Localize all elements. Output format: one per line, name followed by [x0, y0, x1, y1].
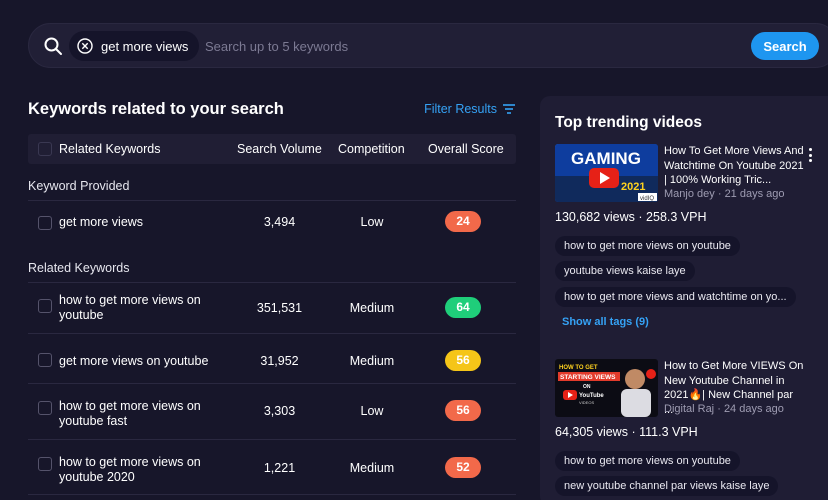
row-keyword: how to get more views on youtube fast [59, 399, 201, 428]
trending-videos-panel: Top trending videos GAMING 2021 vidIQ Ho… [540, 96, 828, 500]
row-volume: 3,303 [263, 404, 296, 418]
svg-text:YouTube: YouTube [579, 393, 604, 399]
row-competition: Medium [349, 461, 395, 475]
column-related-keywords[interactable]: Related Keywords [59, 142, 160, 156]
filter-icon [503, 104, 515, 114]
video-channel[interactable]: Digital Raj [664, 403, 714, 415]
video-meta: Digital Raj · 24 days ago [664, 403, 784, 415]
video-channel[interactable]: Manjo dey [664, 188, 715, 200]
select-all-checkbox[interactable] [38, 142, 52, 156]
row-keyword: how to get more views on youtube 2020 [59, 455, 201, 484]
svg-text:GAMING: GAMING [571, 149, 641, 168]
svg-text:2021: 2021 [621, 181, 645, 193]
table-row[interactable]: get more views on youtube 31,952 Medium … [28, 333, 516, 383]
video-vph: 258.3 VPH [646, 210, 707, 224]
video-vph: 111.3 VPH [639, 425, 698, 439]
svg-text:HOW TO GET: HOW TO GET [559, 365, 598, 371]
svg-text:vidIQ: vidIQ [640, 196, 654, 202]
row-keyword: how to get more views on youtube [59, 293, 201, 322]
trending-title: Top trending videos [555, 114, 702, 131]
score-badge: 56 [445, 350, 481, 371]
video-thumbnail[interactable]: HOW TO GET STARTING VIEWS ON YouTube VID… [555, 359, 658, 417]
remove-chip-icon[interactable] [77, 38, 93, 54]
starting-views-thumbnail-art: HOW TO GET STARTING VIEWS ON YouTube VID… [555, 359, 658, 417]
search-icon[interactable] [43, 36, 63, 56]
group-keyword-provided: Keyword Provided [28, 179, 130, 193]
column-competition[interactable]: Competition [338, 142, 405, 156]
row-volume: 3,494 [263, 215, 296, 229]
row-competition: Medium [349, 301, 395, 315]
video-stats: 64,305 views · 111.3 VPH [555, 425, 698, 439]
row-keyword: get more views on youtube [59, 354, 209, 368]
svg-text:VIDEOS: VIDEOS [579, 400, 594, 405]
search-input[interactable] [205, 36, 565, 56]
row-competition: Low [360, 404, 384, 418]
row-checkbox[interactable] [38, 216, 52, 230]
group-related-keywords: Related Keywords [28, 261, 130, 275]
more-options-icon[interactable] [808, 148, 814, 164]
svg-text:ON: ON [583, 384, 591, 390]
keyword-chip[interactable]: get more views [69, 31, 199, 61]
score-badge: 64 [445, 297, 481, 318]
row-checkbox[interactable] [38, 457, 52, 471]
column-overall-score[interactable]: Overall Score [428, 142, 504, 156]
video-stats: 130,682 views · 258.3 VPH [555, 210, 707, 224]
show-all-tags-link[interactable]: Show all tags (9) [562, 316, 649, 328]
video-tag[interactable]: how to get more views on youtube [555, 451, 740, 471]
row-checkbox[interactable] [38, 299, 52, 313]
table-row[interactable]: how to get more views on youtube 351,531… [28, 282, 516, 333]
video-tag[interactable]: how to get more views on youtube [555, 236, 740, 256]
keyword-chip-label: get more views [101, 38, 189, 54]
table-row[interactable]: get more views 3,494 Low 24 [28, 200, 516, 242]
video-title[interactable]: How To Get More Views And Watchtime On Y… [664, 144, 804, 188]
row-volume: 31,952 [260, 354, 299, 368]
row-competition: Medium [349, 354, 395, 368]
table-row[interactable]: how to get more views on youtube 2020 1,… [28, 439, 516, 495]
table-row[interactable]: how to get more views on youtube fast 3,… [28, 383, 516, 439]
column-search-volume[interactable]: Search Volume [237, 142, 322, 156]
video-views: 130,682 views [555, 210, 635, 224]
video-thumbnail[interactable]: GAMING 2021 vidIQ [555, 144, 658, 202]
table-header: Related Keywords Search Volume Competiti… [28, 134, 516, 164]
section-title: Keywords related to your search [28, 100, 284, 118]
row-keyword: get more views [59, 215, 144, 229]
filter-results-label: Filter Results [424, 102, 497, 116]
score-badge: 52 [445, 457, 481, 478]
video-card[interactable]: GAMING 2021 vidIQ How To Get More Views … [555, 144, 828, 339]
video-tag[interactable]: new youtube channel par views kaise laye [555, 476, 779, 496]
search-bar: get more views Search [28, 23, 828, 68]
video-age: 21 days ago [724, 188, 785, 200]
video-meta: Manjo dey · 21 days ago [664, 188, 785, 200]
row-volume: 351,531 [256, 301, 303, 315]
video-age: 24 days ago [723, 403, 784, 415]
video-views: 64,305 views [555, 425, 628, 439]
search-button[interactable]: Search [751, 32, 819, 60]
video-tag[interactable]: how to get more views and watchtime on y… [555, 287, 796, 307]
row-checkbox[interactable] [38, 353, 52, 367]
video-tag[interactable]: youtube views kaise laye [555, 261, 695, 281]
row-volume: 1,221 [263, 461, 296, 475]
score-badge: 24 [445, 211, 481, 232]
row-competition: Low [360, 215, 384, 229]
svg-text:STARTING VIEWS: STARTING VIEWS [560, 374, 616, 381]
video-card[interactable]: HOW TO GET STARTING VIEWS ON YouTube VID… [555, 359, 828, 499]
gaming-thumbnail-art: GAMING 2021 vidIQ [555, 144, 658, 202]
row-checkbox[interactable] [38, 401, 52, 415]
filter-results-button[interactable]: Filter Results [424, 102, 516, 116]
score-badge: 56 [445, 400, 481, 421]
